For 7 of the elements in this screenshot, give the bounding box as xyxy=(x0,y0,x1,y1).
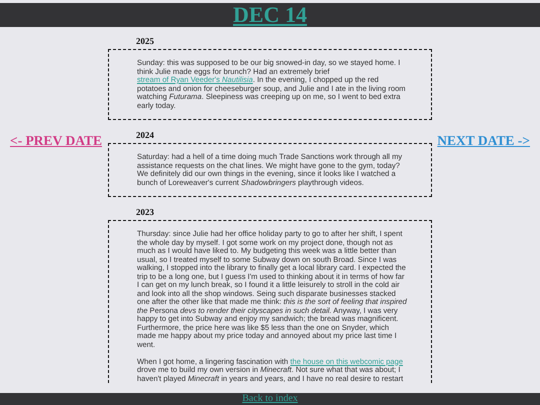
year-heading: 2023 xyxy=(136,207,155,217)
back-to-index-link[interactable]: Back to index xyxy=(242,393,298,405)
year-heading: 2024 xyxy=(136,130,155,140)
next-date-link[interactable]: NEXT DATE -> xyxy=(437,133,530,148)
prev-date-link[interactable]: <- PREV DATE xyxy=(10,133,102,148)
year-heading: 2025 xyxy=(136,36,155,46)
page-title: DEC 14 xyxy=(233,3,307,27)
